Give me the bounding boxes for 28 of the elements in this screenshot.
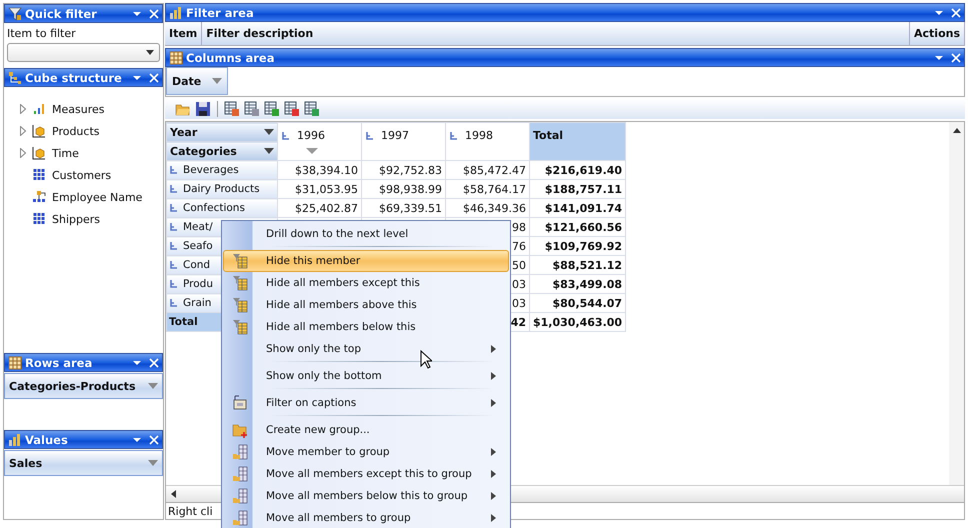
table-cell: $141,091.74 xyxy=(530,198,626,218)
table-cell: $58,764.17 xyxy=(446,180,530,198)
table-cell: $80,544.07 xyxy=(530,294,626,312)
table-cell: $88,521.12 xyxy=(530,256,626,274)
column-header: Item xyxy=(165,22,202,45)
table-cell: $46,349.36 xyxy=(446,198,530,218)
table-cell: $69,339.51 xyxy=(362,198,446,218)
table-cell: $188,757.11 xyxy=(530,180,626,198)
table-cell: $98,938.99 xyxy=(362,180,446,198)
table-cell: $216,619.40 xyxy=(530,160,626,180)
table-cell: $109,769.92 xyxy=(530,236,626,256)
table-cell: $31,053.95 xyxy=(278,180,362,198)
panel-title: Quick filter xyxy=(25,6,97,20)
table-cell: $25,402.87 xyxy=(278,198,362,218)
panel-title: Columns area xyxy=(186,50,274,64)
panel-title: Cube structure xyxy=(25,70,122,84)
panel-title: Filter area xyxy=(186,6,254,20)
table-cell: $85,472.47 xyxy=(446,160,530,180)
table-cell: $38,394.10 xyxy=(278,160,362,180)
table-cell: $83,499.08 xyxy=(530,274,626,294)
field-label: Item to filter xyxy=(7,27,77,40)
panel-title: Values xyxy=(25,432,68,446)
column-header: Filter description xyxy=(202,22,910,45)
panel-title: Rows area xyxy=(25,356,92,370)
table-cell: $1,030,463.00 xyxy=(530,312,626,332)
table-cell: $121,660.56 xyxy=(530,218,626,236)
table-cell: $92,752.83 xyxy=(362,160,446,180)
column-header: Actions xyxy=(910,22,965,45)
